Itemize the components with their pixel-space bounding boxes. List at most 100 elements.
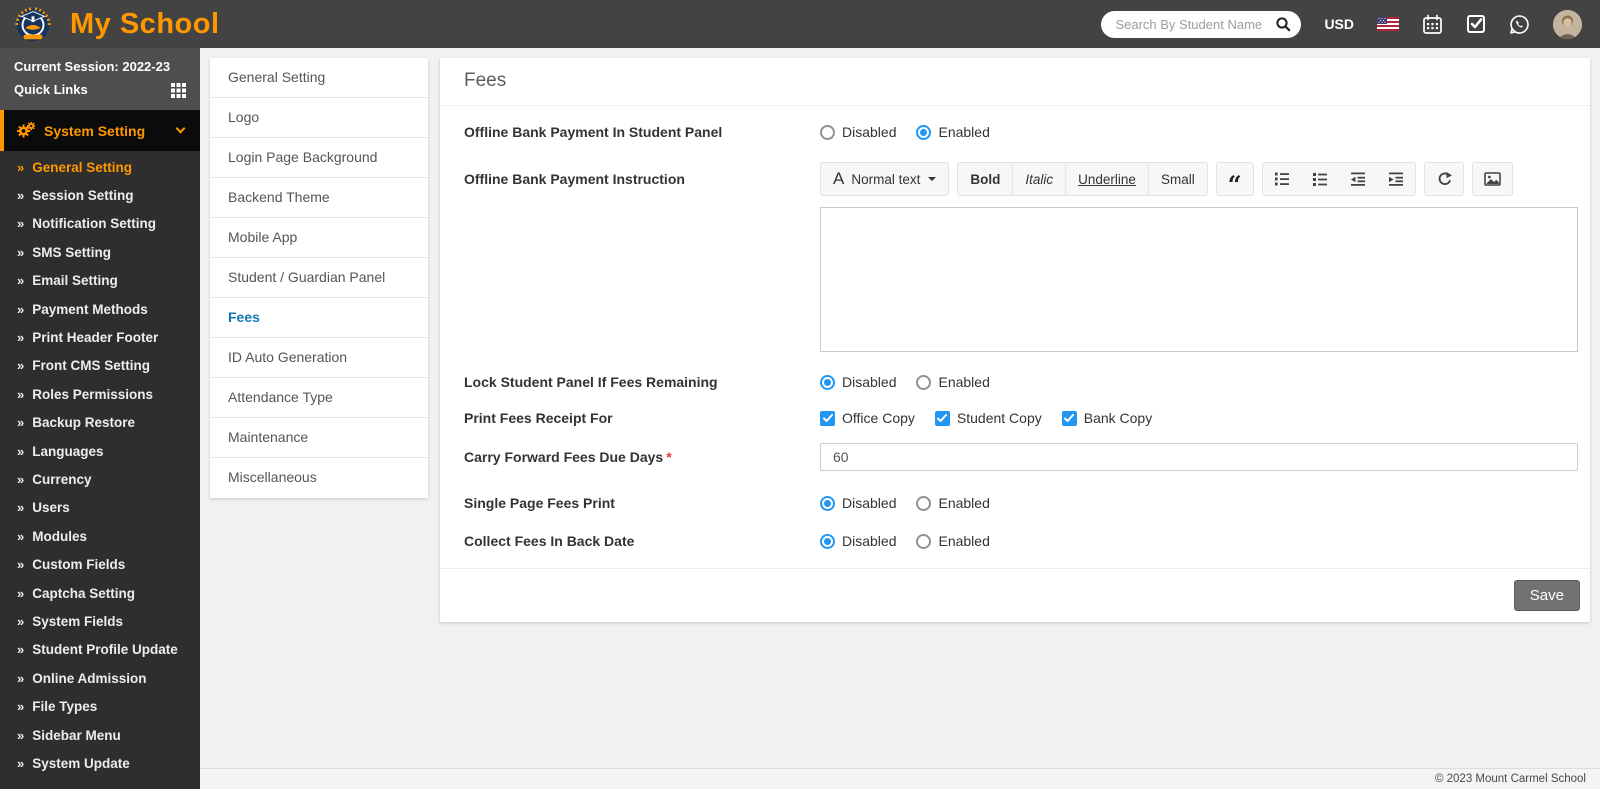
carry-forward-days-input[interactable] — [820, 443, 1578, 471]
checkbox-checked-icon[interactable] — [1061, 410, 1077, 426]
settings-tab-fees[interactable]: Fees — [210, 298, 428, 338]
radio-icon[interactable] — [820, 495, 835, 511]
double-chevron-icon: » — [17, 471, 25, 487]
radio-lock-student-panel-disabled[interactable]: Disabled — [820, 374, 896, 390]
sidebar-section-system-setting[interactable]: System Setting — [0, 110, 200, 151]
radio-collect-back-date-enabled[interactable]: Enabled — [916, 533, 990, 549]
double-chevron-icon: » — [17, 528, 25, 544]
radio-icon[interactable] — [916, 533, 932, 549]
field-label-offline-instruction: Offline Bank Payment Instruction — [464, 171, 685, 187]
redo-icon[interactable] — [1424, 163, 1463, 195]
sidebar-item-currency[interactable]: » Currency — [0, 465, 200, 493]
settings-tab-backend-theme[interactable]: Backend Theme — [210, 178, 428, 218]
image-icon[interactable] — [1472, 163, 1512, 195]
sidebar-item-users[interactable]: » Users — [0, 494, 200, 522]
editor-toolbar: A Normal text Bold Italic Underline Smal… — [820, 162, 1578, 196]
checkbox-bank-copy[interactable]: Bank Copy — [1061, 410, 1152, 426]
settings-tab-maintenance[interactable]: Maintenance — [210, 418, 428, 458]
search-input[interactable] — [1115, 16, 1276, 32]
language-flag-icon[interactable] — [1377, 17, 1399, 31]
offline-instruction-textarea[interactable] — [820, 207, 1578, 352]
checkbox-checked-icon[interactable] — [934, 410, 950, 426]
radio-offline-bank-payment-disabled[interactable]: Disabled — [820, 124, 896, 140]
main-sidebar: Current Session: 2022-23 Quick Links Sys… — [0, 48, 200, 789]
double-chevron-icon: » — [17, 443, 25, 459]
checkbox-student-copy[interactable]: Student Copy — [934, 410, 1042, 426]
sidebar-item-custom-fields[interactable]: » Custom Fields — [0, 550, 200, 578]
radio-offline-bank-payment-enabled[interactable]: Enabled — [916, 124, 990, 140]
app-title: My School — [70, 7, 220, 40]
radio-icon[interactable] — [916, 124, 932, 140]
indent-icon[interactable] — [1376, 163, 1415, 195]
field-label-single-page-fees-print: Single Page Fees Print — [464, 495, 615, 511]
sidebar-item-roles-permissions[interactable]: » Roles Permissions — [0, 380, 200, 408]
ordered-list-icon[interactable] — [1262, 163, 1301, 195]
sidebar-item-sms-setting[interactable]: » SMS Setting — [0, 238, 200, 266]
radio-icon[interactable] — [916, 495, 932, 511]
radio-icon[interactable] — [820, 374, 835, 390]
editor-small-button[interactable]: Small — [1147, 163, 1207, 195]
checkbox-checked-icon[interactable] — [820, 410, 835, 426]
sidebar-item-general-setting[interactable]: » General Setting — [0, 153, 200, 181]
editor-style-dropdown[interactable]: A Normal text — [821, 163, 949, 195]
settings-tab-login-page-background[interactable]: Login Page Background — [210, 138, 428, 178]
radio-collect-back-date-disabled[interactable]: Disabled — [820, 533, 896, 549]
sidebar-item-notification-setting[interactable]: » Notification Setting — [0, 210, 200, 238]
settings-tab-mobile-app[interactable]: Mobile App — [210, 218, 428, 258]
sidebar-item-sidebar-menu[interactable]: » Sidebar Menu — [0, 721, 200, 749]
checkbox-office-copy[interactable]: Office Copy — [820, 410, 915, 426]
sidebar-item-print-header-footer[interactable]: » Print Header Footer — [0, 323, 200, 351]
editor-bold-button[interactable]: Bold — [958, 163, 1013, 195]
double-chevron-icon: » — [17, 699, 25, 715]
fees-form: Offline Bank Payment In Student Panel Di… — [440, 106, 1590, 549]
settings-tab-logo[interactable]: Logo — [210, 98, 428, 138]
radio-single-page-enabled[interactable]: Enabled — [916, 495, 990, 511]
outdent-icon[interactable] — [1338, 163, 1377, 195]
card-footer: Save — [440, 568, 1590, 622]
task-check-icon[interactable] — [1466, 14, 1486, 34]
sidebar-item-file-types[interactable]: » File Types — [0, 692, 200, 720]
sidebar-item-backup-restore[interactable]: » Backup Restore — [0, 409, 200, 437]
save-button[interactable]: Save — [1513, 580, 1580, 611]
school-logo — [15, 7, 51, 42]
checkbox-group-print-fees-receipt: Office Copy Student Copy Bank Copy — [820, 410, 1578, 426]
editor-underline-button[interactable]: Underline — [1065, 163, 1148, 195]
copyright-footer: © 2023 Mount Carmel School — [200, 768, 1600, 789]
sidebar-item-modules[interactable]: » Modules — [0, 522, 200, 550]
sidebar-item-payment-methods[interactable]: » Payment Methods — [0, 295, 200, 323]
sidebar-item-email-setting[interactable]: » Email Setting — [0, 267, 200, 295]
sidebar-item-front-cms-setting[interactable]: » Front CMS Setting — [0, 352, 200, 380]
settings-tab-id-auto-generation[interactable]: ID Auto Generation — [210, 338, 428, 378]
student-search — [1101, 10, 1302, 38]
sidebar-item-captcha-setting[interactable]: » Captcha Setting — [0, 579, 200, 607]
settings-tab-student-guardian-panel[interactable]: Student / Guardian Panel — [210, 258, 428, 298]
editor-italic-button[interactable]: Italic — [1012, 163, 1066, 195]
double-chevron-icon: » — [17, 613, 25, 629]
sidebar-item-system-fields[interactable]: » System Fields — [0, 607, 200, 635]
radio-lock-student-panel-enabled[interactable]: Enabled — [916, 374, 990, 390]
currency-selector[interactable]: USD — [1324, 16, 1354, 32]
sidebar-section-label: System Setting — [44, 122, 146, 139]
blockquote-icon[interactable]: “ — [1216, 163, 1253, 195]
radio-icon[interactable] — [820, 533, 835, 549]
radio-single-page-disabled[interactable]: Disabled — [820, 495, 896, 511]
caret-down-icon — [928, 177, 937, 181]
font-style-icon: A — [833, 169, 845, 188]
settings-tab-miscellaneous[interactable]: Miscellaneous — [210, 458, 428, 498]
sidebar-item-languages[interactable]: » Languages — [0, 437, 200, 465]
sidebar-item-session-setting[interactable]: » Session Setting — [0, 181, 200, 209]
sidebar-item-student-profile-update[interactable]: » Student Profile Update — [0, 636, 200, 664]
search-icon[interactable] — [1275, 16, 1291, 32]
calendar-icon[interactable] — [1422, 14, 1443, 35]
unordered-list-icon[interactable] — [1300, 163, 1339, 195]
user-avatar[interactable] — [1553, 9, 1582, 39]
quick-links-grid-icon[interactable] — [171, 82, 186, 98]
sidebar-item-online-admission[interactable]: » Online Admission — [0, 664, 200, 692]
settings-tab-attendance-type[interactable]: Attendance Type — [210, 378, 428, 418]
settings-tab-general-setting[interactable]: General Setting — [210, 58, 428, 98]
sidebar-item-system-update[interactable]: » System Update — [0, 749, 200, 777]
radio-icon[interactable] — [916, 374, 932, 390]
whatsapp-icon[interactable] — [1509, 14, 1530, 35]
current-session-label: Current Session: 2022-23 — [14, 59, 171, 74]
radio-icon[interactable] — [820, 124, 835, 140]
